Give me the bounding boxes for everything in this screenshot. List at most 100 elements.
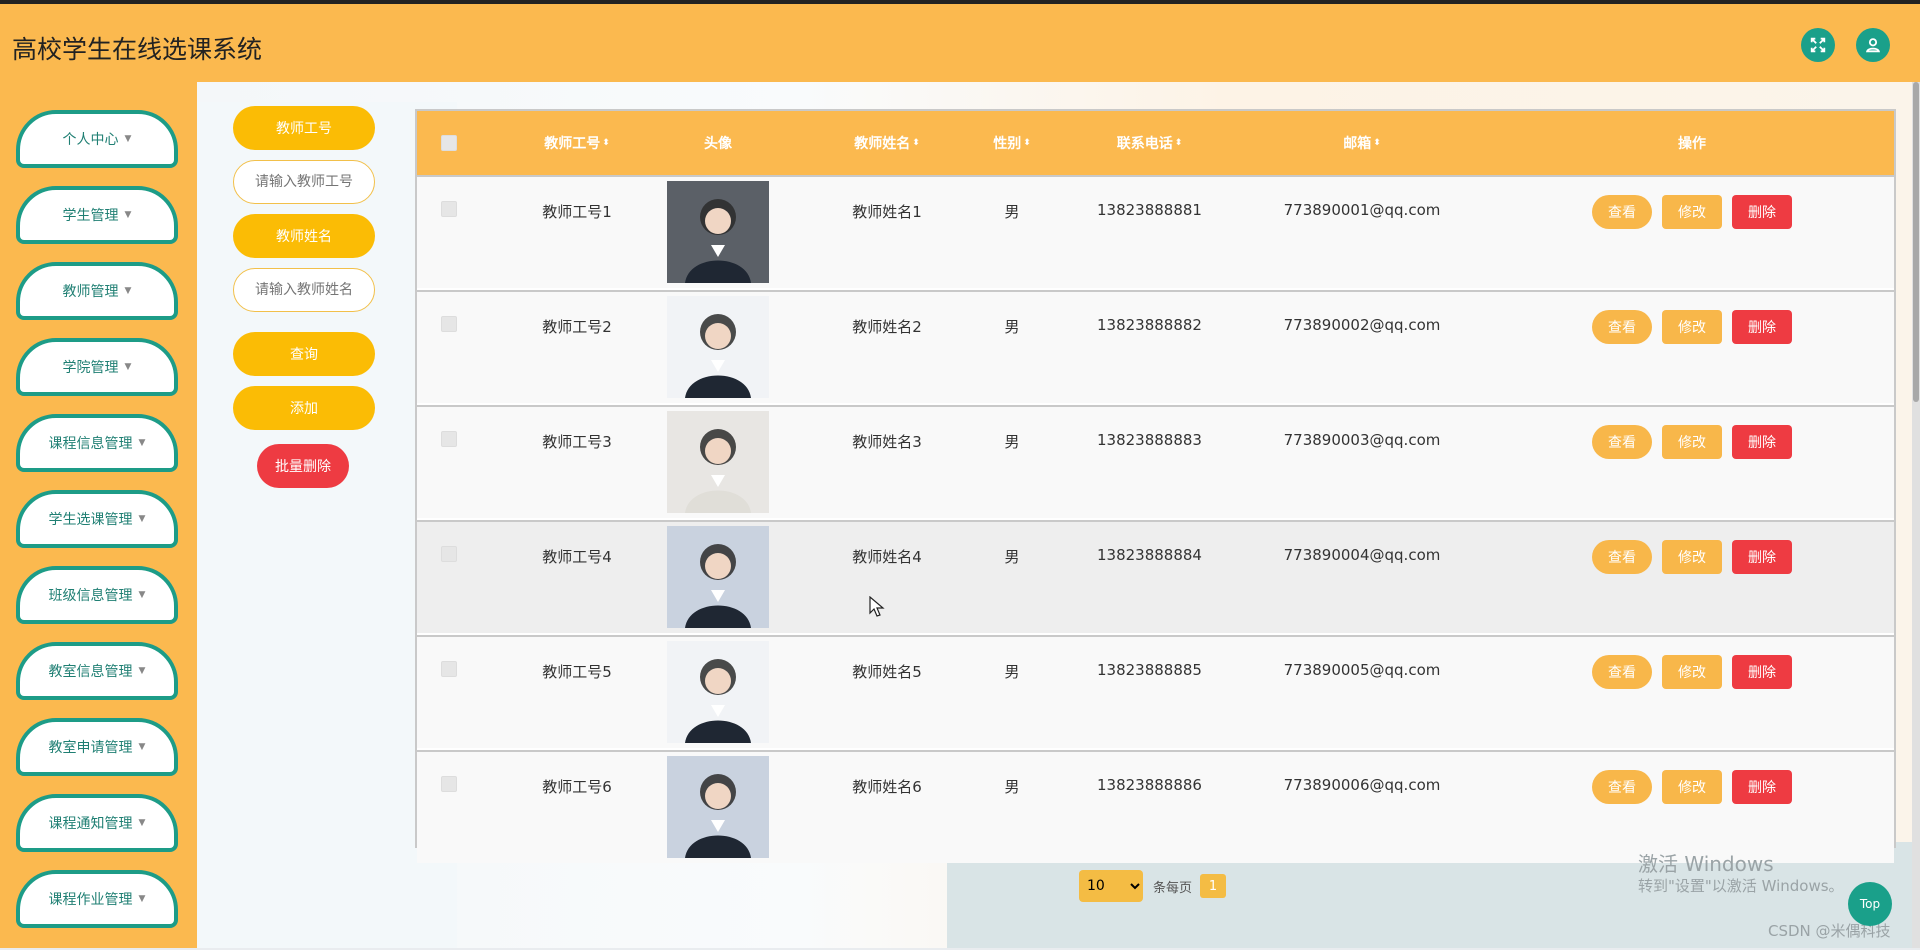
cell-teacher-name: 教师姓名3 [852, 433, 922, 451]
delete-button[interactable]: 删除 [1732, 540, 1792, 574]
cell-email: 773890003@qq.com [1283, 431, 1441, 449]
teacher-name-label: 教师姓名 [233, 214, 375, 258]
header-phone[interactable]: 联系电话 ⬍ [1062, 111, 1237, 175]
chevron-down-icon: ▼ [124, 210, 132, 220]
cell-email: 773890001@qq.com [1283, 201, 1441, 219]
sidebar-item-course-notices[interactable]: 课程通知管理 ▼ [16, 794, 178, 852]
sidebar-item-colleges[interactable]: 学院管理 ▼ [16, 338, 178, 396]
add-button[interactable]: 添加 [233, 386, 375, 430]
view-button[interactable]: 查看 [1592, 770, 1652, 804]
cell-email: 773890006@qq.com [1283, 776, 1441, 794]
delete-button[interactable]: 删除 [1732, 310, 1792, 344]
sidebar-item-students[interactable]: 学生管理 ▼ [16, 186, 178, 244]
scrollbar-thumb[interactable] [1913, 82, 1919, 402]
row-checkbox[interactable] [441, 201, 457, 217]
activate-windows-title: 激活 Windows [1638, 852, 1774, 876]
cell-teacher-name: 教师姓名5 [852, 663, 922, 681]
cell-phone: 13823888884 [1097, 546, 1202, 564]
cell-phone: 13823888882 [1097, 316, 1202, 334]
view-button[interactable]: 查看 [1592, 310, 1652, 344]
edit-button[interactable]: 修改 [1662, 310, 1722, 344]
cell-gender: 男 [1004, 548, 1020, 566]
edit-button[interactable]: 修改 [1662, 655, 1722, 689]
sort-icon: ⬍ [1023, 138, 1031, 148]
sidebar-item-teachers[interactable]: 教师管理 ▼ [16, 262, 178, 320]
table-row[interactable]: 教师工号1 教师姓名1 男 13823888881 773890001@qq.com 查看… [417, 175, 1894, 288]
expand-icon[interactable] [1801, 28, 1835, 62]
delete-button[interactable]: 删除 [1732, 770, 1792, 804]
edit-button[interactable]: 修改 [1662, 540, 1722, 574]
cell-teacher-id: 教师工号4 [542, 548, 612, 566]
chevron-down-icon: ▼ [124, 286, 132, 296]
sidebar: 个人中心 ▼ 学生管理 ▼ 教师管理 ▼ 学院管理 ▼ 课程信息管理 ▼ 学生选课管理 ▼ … [0, 82, 197, 948]
cell-teacher-id: 教师工号1 [542, 203, 612, 221]
sidebar-item-personal-center[interactable]: 个人中心 ▼ [16, 110, 178, 168]
cell-teacher-id: 教师工号5 [542, 663, 612, 681]
table-row[interactable]: 教师工号2 教师姓名2 男 13823888882 773890002@qq.com 查看… [417, 290, 1894, 403]
header-email[interactable]: 邮箱 ⬍ [1247, 111, 1477, 175]
edit-button[interactable]: 修改 [1662, 425, 1722, 459]
view-button[interactable]: 查看 [1592, 425, 1652, 459]
sort-icon: ⬍ [1174, 138, 1183, 148]
view-button[interactable]: 查看 [1592, 540, 1652, 574]
page-number-button[interactable]: 1 [1200, 874, 1227, 898]
row-checkbox[interactable] [441, 316, 457, 332]
cell-gender: 男 [1004, 778, 1020, 796]
row-checkbox[interactable] [441, 546, 457, 562]
header-teacher-id[interactable]: 教师工号 ⬍ [507, 111, 647, 175]
query-button[interactable]: 查询 [233, 332, 375, 376]
cell-teacher-id: 教师工号3 [542, 433, 612, 451]
row-checkbox[interactable] [441, 661, 457, 677]
cell-email: 773890002@qq.com [1283, 316, 1441, 334]
sidebar-item-classrooms[interactable]: 教室信息管理 ▼ [16, 642, 178, 700]
select-all-checkbox[interactable] [441, 135, 457, 151]
sidebar-item-classroom-requests[interactable]: 教室申请管理 ▼ [16, 718, 178, 776]
edit-button[interactable]: 修改 [1662, 770, 1722, 804]
table-header: 教师工号 ⬍ 头像 教师姓名 ⬍ 性别 ⬍ 联系电话 ⬍ 邮箱 ⬍ 操作 [417, 111, 1894, 175]
cell-phone: 13823888885 [1097, 661, 1202, 679]
table-row[interactable]: 教师工号4 教师姓名4 男 13823888884 773890004@qq.com 查看… [417, 520, 1894, 633]
sidebar-item-courses[interactable]: 课程信息管理 ▼ [16, 414, 178, 472]
table-row[interactable]: 教师工号3 教师姓名3 男 13823888883 773890003@qq.com 查看… [417, 405, 1894, 518]
teacher-name-input[interactable] [233, 268, 375, 312]
cell-teacher-id: 教师工号2 [542, 318, 612, 336]
table-row[interactable]: 教师工号5 教师姓名5 男 13823888885 773890005@qq.com 查看… [417, 635, 1894, 748]
row-checkbox[interactable] [441, 431, 457, 447]
main-content: 教师工号 教师姓名 查询 添加 批量删除 教师工号⬍ 头像 教师姓名⬍ 性别⬍ … [197, 82, 1916, 948]
pagination: 10 条每页 1 [1079, 870, 1227, 902]
activate-windows-hint: 转到"设置"以激活 Windows。 [1638, 877, 1844, 895]
chevron-down-icon: ▼ [138, 438, 146, 448]
header-gender[interactable]: 性别 ⬍ [977, 111, 1047, 175]
batch-delete-button[interactable]: 批量删除 [257, 444, 349, 488]
delete-button[interactable]: 删除 [1732, 425, 1792, 459]
cell-phone: 13823888881 [1097, 201, 1202, 219]
sidebar-item-classes[interactable]: 班级信息管理 ▼ [16, 566, 178, 624]
chevron-down-icon: ▼ [138, 818, 146, 828]
table-row[interactable]: 教师工号6 教师姓名6 男 13823888886 773890006@qq.com 查看… [417, 750, 1894, 863]
chevron-down-icon: ▼ [124, 134, 132, 144]
delete-button[interactable]: 删除 [1732, 195, 1792, 229]
cell-teacher-name: 教师姓名2 [852, 318, 922, 336]
chevron-down-icon: ▼ [138, 590, 146, 600]
back-to-top-button[interactable]: Top [1848, 882, 1892, 926]
page-size-select[interactable]: 10 [1079, 870, 1143, 902]
app-header: 高校学生在线选课系统 [0, 0, 1920, 82]
sort-icon: ⬍ [602, 138, 610, 148]
row-checkbox[interactable] [441, 776, 457, 792]
delete-button[interactable]: 删除 [1732, 655, 1792, 689]
teacher-id-input[interactable] [233, 160, 375, 204]
sort-icon: ⬍ [1373, 138, 1381, 148]
view-button[interactable]: 查看 [1592, 655, 1652, 689]
cell-email: 773890005@qq.com [1283, 661, 1441, 679]
view-button[interactable]: 查看 [1592, 195, 1652, 229]
header-teacher-name[interactable]: 教师姓名 ⬍ [817, 111, 957, 175]
sidebar-item-homework[interactable]: 课程作业管理 ▼ [16, 870, 178, 928]
vertical-scrollbar[interactable] [1912, 82, 1920, 948]
sort-icon: ⬍ [912, 138, 920, 148]
user-icon[interactable] [1856, 28, 1890, 62]
edit-button[interactable]: 修改 [1662, 195, 1722, 229]
cell-gender: 男 [1004, 663, 1020, 681]
teacher-avatar [667, 411, 769, 513]
chevron-down-icon: ▼ [138, 514, 146, 524]
sidebar-item-course-selection[interactable]: 学生选课管理 ▼ [16, 490, 178, 548]
